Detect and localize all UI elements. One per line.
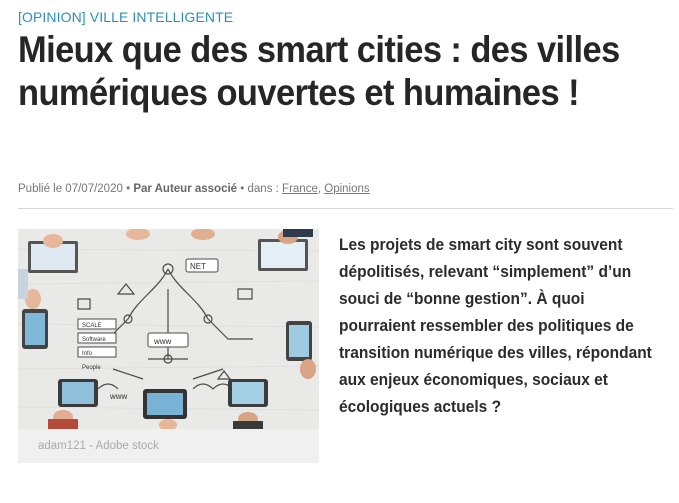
image-label-www: www xyxy=(153,337,172,346)
tag-link-france[interactable]: France xyxy=(282,183,318,195)
image-label-info: Info xyxy=(82,351,93,357)
meta-separator: • xyxy=(240,183,245,195)
image-label-software: Software xyxy=(82,337,106,343)
meta-separator: • xyxy=(126,183,131,195)
smart-city-illustration: NET www SCALE Software Info People www xyxy=(18,229,319,429)
author-name: Par Auteur associé xyxy=(133,183,238,195)
divider xyxy=(18,208,673,209)
in-label: dans : xyxy=(247,183,279,195)
article-image[interactable]: NET www SCALE Software Info People www xyxy=(18,229,319,429)
article-meta: Publié le 07/07/2020 • Par Auteur associ… xyxy=(18,183,370,195)
article-title: Mieux que des smart cities : des villes … xyxy=(18,29,620,113)
publish-date: Publié le 07/07/2020 xyxy=(18,183,123,195)
image-label-people: People xyxy=(82,365,101,371)
image-label-scale: SCALE xyxy=(82,323,102,329)
tag-link-opinions[interactable]: Opinions xyxy=(324,183,369,195)
image-label-net: NET xyxy=(190,262,206,271)
article-figure: NET www SCALE Software Info People www a… xyxy=(18,229,319,463)
article-category-link[interactable]: [OPINION] VILLE INTELLIGENTE xyxy=(18,9,233,25)
article-summary: Les projets de smart city sont souvent d… xyxy=(339,236,652,416)
tag-comma: , xyxy=(317,183,322,195)
image-caption: adam121 - Adobe stock xyxy=(38,440,159,452)
image-label-www-2: www xyxy=(109,392,128,401)
